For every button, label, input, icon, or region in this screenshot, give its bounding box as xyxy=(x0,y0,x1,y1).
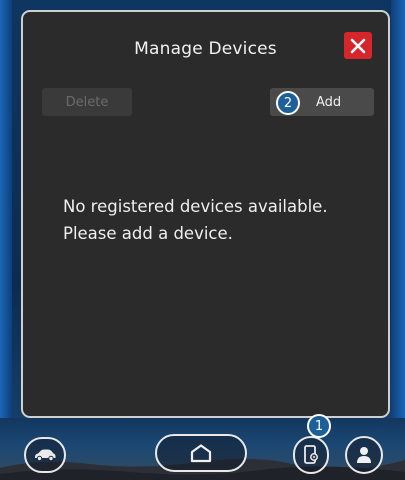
empty-state-line-2: Please add a device. xyxy=(63,224,233,243)
callout-badge-2: 2 xyxy=(276,91,300,115)
callout-badge-1: 1 xyxy=(307,414,331,438)
dialog-title: Manage Devices xyxy=(134,39,277,59)
profile-button[interactable] xyxy=(345,436,383,474)
close-button[interactable] xyxy=(344,32,372,59)
manage-devices-dialog: Manage Devices Delete 2 Add No registere… xyxy=(21,10,390,418)
delete-button[interactable]: Delete xyxy=(42,88,132,116)
device-management-button[interactable] xyxy=(293,436,329,474)
left-bezel xyxy=(0,0,12,480)
home-button[interactable] xyxy=(155,434,247,472)
close-icon xyxy=(350,38,366,53)
empty-state-message: No registered devices available. Please … xyxy=(63,193,328,247)
home-icon xyxy=(190,444,212,463)
empty-state-line-1: No registered devices available. xyxy=(63,197,328,216)
vehicle-button[interactable] xyxy=(24,437,66,473)
add-button-label: Add xyxy=(316,95,342,110)
car-icon xyxy=(35,449,56,462)
add-button[interactable]: 2 Add xyxy=(270,88,374,116)
phone-settings-icon xyxy=(304,445,318,464)
person-icon xyxy=(357,447,371,463)
right-bezel xyxy=(391,0,405,480)
delete-button-label: Delete xyxy=(65,94,109,110)
